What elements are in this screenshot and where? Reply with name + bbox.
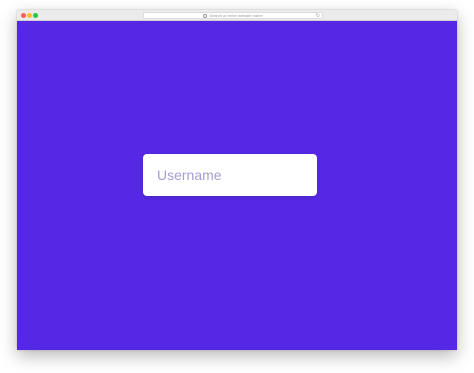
- search-icon: [203, 13, 208, 18]
- maximize-window-button[interactable]: [33, 13, 38, 18]
- address-placeholder: Search or enter website name: [209, 13, 263, 18]
- minimize-window-button[interactable]: [27, 13, 32, 18]
- browser-titlebar: Search or enter website name ↻: [17, 10, 457, 21]
- browser-window: Search or enter website name ↻: [17, 10, 457, 350]
- reload-icon[interactable]: ↻: [316, 13, 320, 19]
- username-field-container: [143, 154, 317, 196]
- username-input[interactable]: [143, 154, 317, 196]
- address-bar[interactable]: Search or enter website name ↻: [143, 12, 323, 19]
- close-window-button[interactable]: [21, 13, 26, 18]
